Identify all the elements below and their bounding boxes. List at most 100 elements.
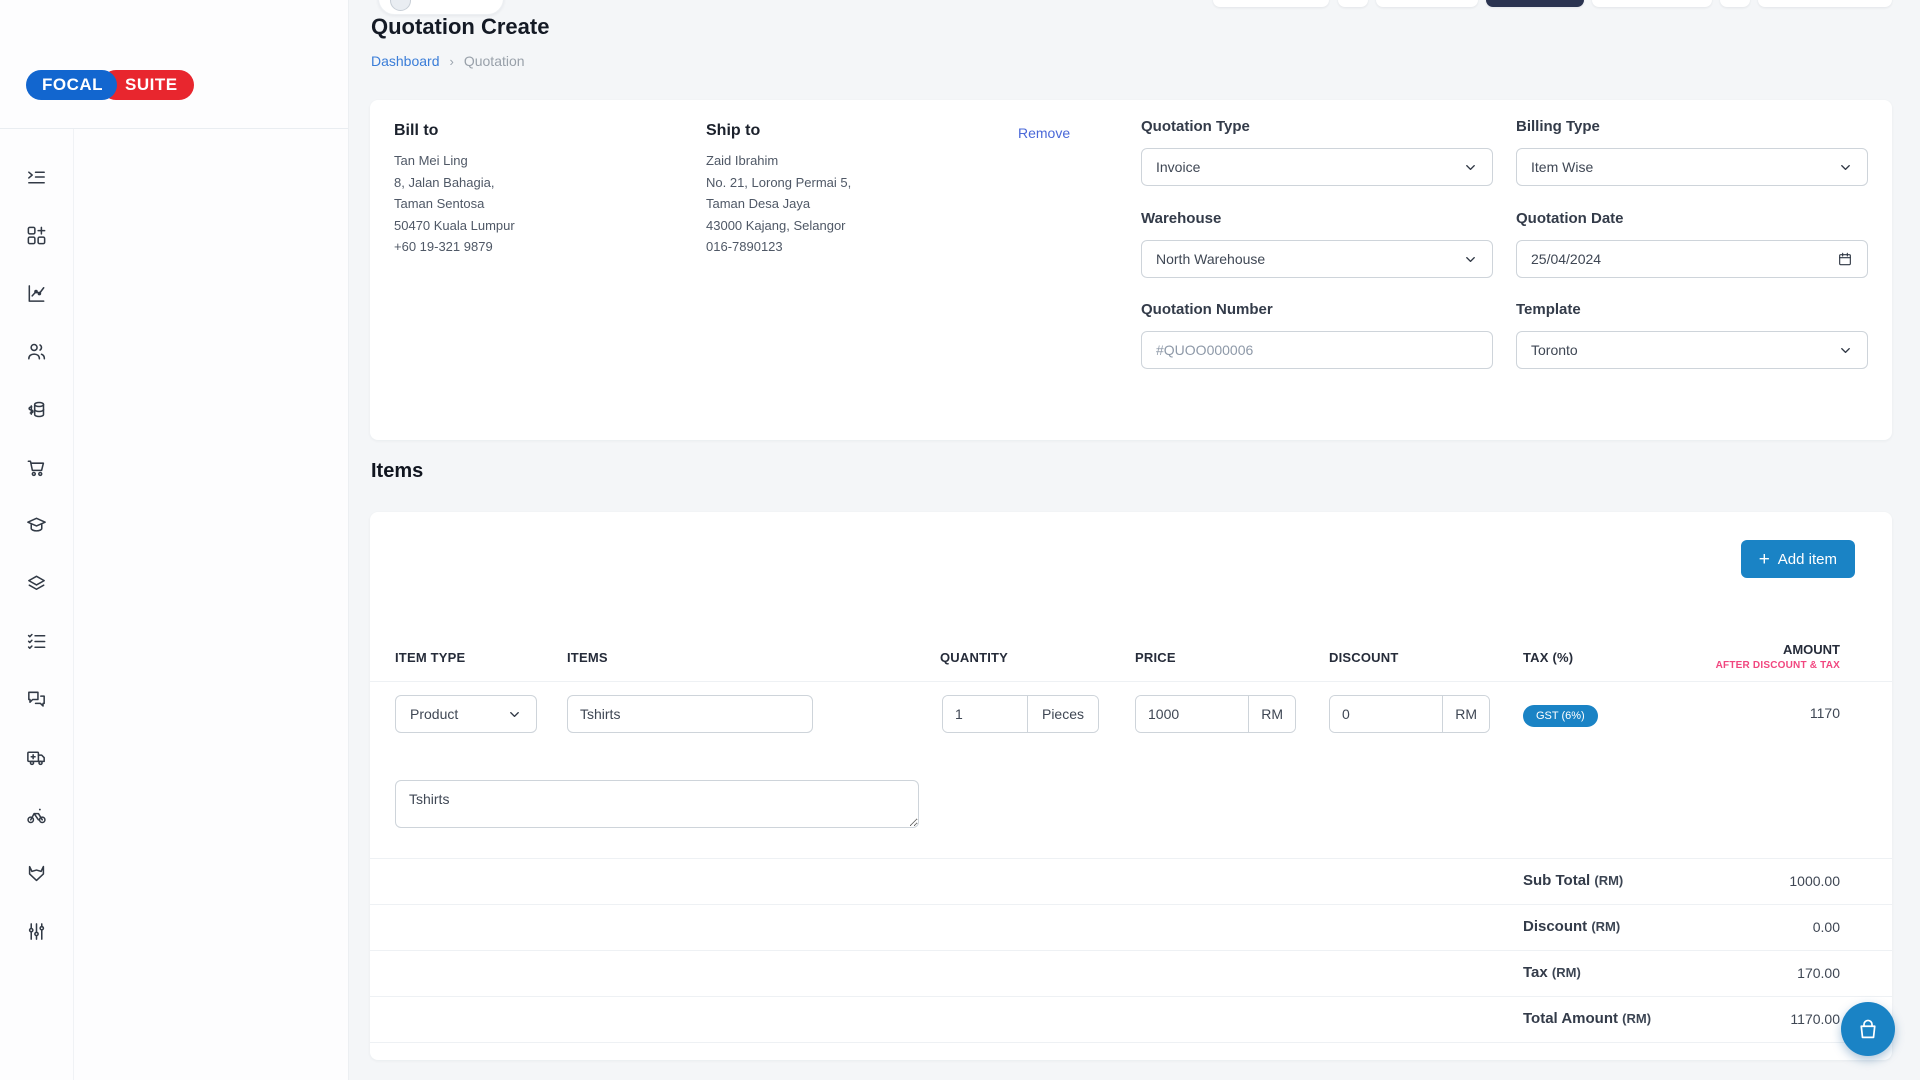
breadcrumb: Dashboard › Quotation xyxy=(371,53,525,69)
sidebar-item-coins[interactable] xyxy=(17,389,57,429)
discount-total-value: 0.00 xyxy=(1813,919,1840,935)
total-amount-row: Total Amount (RM) 1170.00 xyxy=(370,996,1892,1042)
item-description-textarea[interactable]: Tshirts xyxy=(395,780,919,828)
chart-icon xyxy=(25,282,48,305)
cart-fab-button[interactable] xyxy=(1841,1002,1895,1056)
subtotal-unit: (RM) xyxy=(1594,873,1623,888)
ship-to-line: 016-7890123 xyxy=(706,236,851,258)
coins-icon xyxy=(25,398,48,421)
bill-to-line: 8, Jalan Bahagia, xyxy=(394,172,515,194)
ship-to-line: 43000 Kajang, Selangor xyxy=(706,215,851,237)
quantity-unit: Pieces xyxy=(1027,696,1098,732)
quotation-type-select[interactable]: Invoice xyxy=(1141,148,1493,186)
quantity-group: Pieces xyxy=(942,695,1099,733)
quotation-date-input[interactable]: 25/04/2024 xyxy=(1516,240,1868,278)
topbar-button-4[interactable] xyxy=(1486,0,1584,7)
chevron-down-icon xyxy=(1463,252,1478,267)
logo-focal-pill: FOCAL xyxy=(26,70,117,100)
items-card: + Add item ITEM TYPE ITEMS QUANTITY PRIC… xyxy=(370,512,1892,1060)
quotation-create-page: SUITE FOCAL xyxy=(0,0,1920,1080)
template-label: Template xyxy=(1516,301,1581,318)
ship-to-label: Ship to xyxy=(706,122,760,140)
sidebar-item-grid-plus[interactable] xyxy=(17,215,57,255)
remove-address-link[interactable]: Remove xyxy=(1018,125,1070,141)
quotation-type-value: Invoice xyxy=(1156,159,1463,175)
warehouse-select[interactable]: North Warehouse xyxy=(1141,240,1493,278)
discount-currency: RM xyxy=(1442,696,1489,732)
sidebar-item-chat[interactable] xyxy=(17,679,57,719)
topbar-button-1[interactable] xyxy=(1213,0,1329,7)
bike-icon xyxy=(25,804,48,827)
breadcrumb-dashboard-link[interactable]: Dashboard xyxy=(371,53,440,69)
breadcrumb-current: Quotation xyxy=(464,53,525,69)
quantity-input[interactable] xyxy=(943,696,1027,732)
layers-icon xyxy=(25,572,48,595)
sidebar-item-users[interactable] xyxy=(17,331,57,371)
col-tax: TAX (%) xyxy=(1523,650,1573,665)
discount-total-unit: (RM) xyxy=(1591,919,1620,934)
sidebar-item-fox[interactable] xyxy=(17,853,57,893)
quotation-date-value: 25/04/2024 xyxy=(1531,251,1837,267)
tax-total-unit: (RM) xyxy=(1552,965,1581,980)
topbar-button-2[interactable] xyxy=(1338,0,1368,7)
sidebar-item-indent-list[interactable] xyxy=(17,157,57,197)
bill-to-line: 50470 Kuala Lumpur xyxy=(394,215,515,237)
chevron-down-icon xyxy=(1463,160,1478,175)
avatar xyxy=(390,0,411,11)
totals-bottom-divider xyxy=(370,1042,1892,1043)
sidebar-item-sliders[interactable] xyxy=(17,911,57,951)
sidebar-header: SUITE FOCAL xyxy=(0,0,348,129)
sidebar-item-layers[interactable] xyxy=(17,563,57,603)
add-item-label: Add item xyxy=(1778,551,1837,568)
bill-to-label: Bill to xyxy=(394,122,438,140)
topbar-button-7[interactable] xyxy=(1758,0,1892,7)
bill-to-line: Taman Sentosa xyxy=(394,193,515,215)
quotation-date-label: Quotation Date xyxy=(1516,210,1624,227)
quotation-number-input[interactable] xyxy=(1141,331,1493,369)
discount-input[interactable] xyxy=(1330,696,1442,732)
sidebar-item-graduation-cap[interactable] xyxy=(17,505,57,545)
sidebar-item-bike[interactable] xyxy=(17,795,57,835)
tax-total-value: 170.00 xyxy=(1797,965,1840,981)
col-items: ITEMS xyxy=(567,650,608,665)
price-currency: RM xyxy=(1248,696,1295,732)
sidebar-item-truck[interactable] xyxy=(17,737,57,777)
item-type-select[interactable]: Product xyxy=(395,695,537,733)
chat-icon xyxy=(25,688,48,711)
indent-list-icon xyxy=(25,166,48,189)
tax-total-label: Tax (RM) xyxy=(1523,964,1581,981)
user-menu-pill[interactable] xyxy=(378,0,504,15)
price-input[interactable] xyxy=(1136,696,1248,732)
sidebar-item-cart[interactable] xyxy=(17,447,57,487)
col-item-type: ITEM TYPE xyxy=(395,650,465,665)
calendar-icon xyxy=(1837,251,1853,267)
ship-to-address: Zaid Ibrahim No. 21, Lorong Permai 5, Ta… xyxy=(706,150,851,258)
billing-type-select[interactable]: Item Wise xyxy=(1516,148,1868,186)
sliders-icon xyxy=(25,920,48,943)
breadcrumb-separator: › xyxy=(450,54,454,69)
users-icon xyxy=(25,340,48,363)
item-name-input[interactable] xyxy=(567,695,813,733)
bill-to-line: Tan Mei Ling xyxy=(394,150,515,172)
cart-icon xyxy=(25,456,48,479)
sidebar-item-chart[interactable] xyxy=(17,273,57,313)
topbar-button-5[interactable] xyxy=(1592,0,1712,7)
tax-badge[interactable]: GST (6%) xyxy=(1523,705,1598,727)
items-section-heading: Items xyxy=(371,460,423,483)
sidebar: SUITE FOCAL xyxy=(0,0,349,1080)
col-discount: DISCOUNT xyxy=(1329,650,1399,665)
bill-to-line: +60 19-321 9879 xyxy=(394,236,515,258)
topbar-button-3[interactable] xyxy=(1376,0,1478,7)
col-amount-note: AFTER DISCOUNT & TAX xyxy=(1716,660,1840,671)
col-amount: AMOUNT AFTER DISCOUNT & TAX xyxy=(1716,642,1840,671)
price-group: RM xyxy=(1135,695,1296,733)
sidebar-item-checklist[interactable] xyxy=(17,621,57,661)
topbar-button-6[interactable] xyxy=(1720,0,1750,7)
bill-to-address: Tan Mei Ling 8, Jalan Bahagia, Taman Sen… xyxy=(394,150,515,258)
page-title: Quotation Create xyxy=(371,14,549,40)
fox-icon xyxy=(25,862,48,885)
add-item-button[interactable]: + Add item xyxy=(1741,540,1855,578)
items-table-header: ITEM TYPE ITEMS QUANTITY PRICE DISCOUNT … xyxy=(370,636,1892,682)
template-select[interactable]: Toronto xyxy=(1516,331,1868,369)
graduation-cap-icon xyxy=(25,514,48,537)
